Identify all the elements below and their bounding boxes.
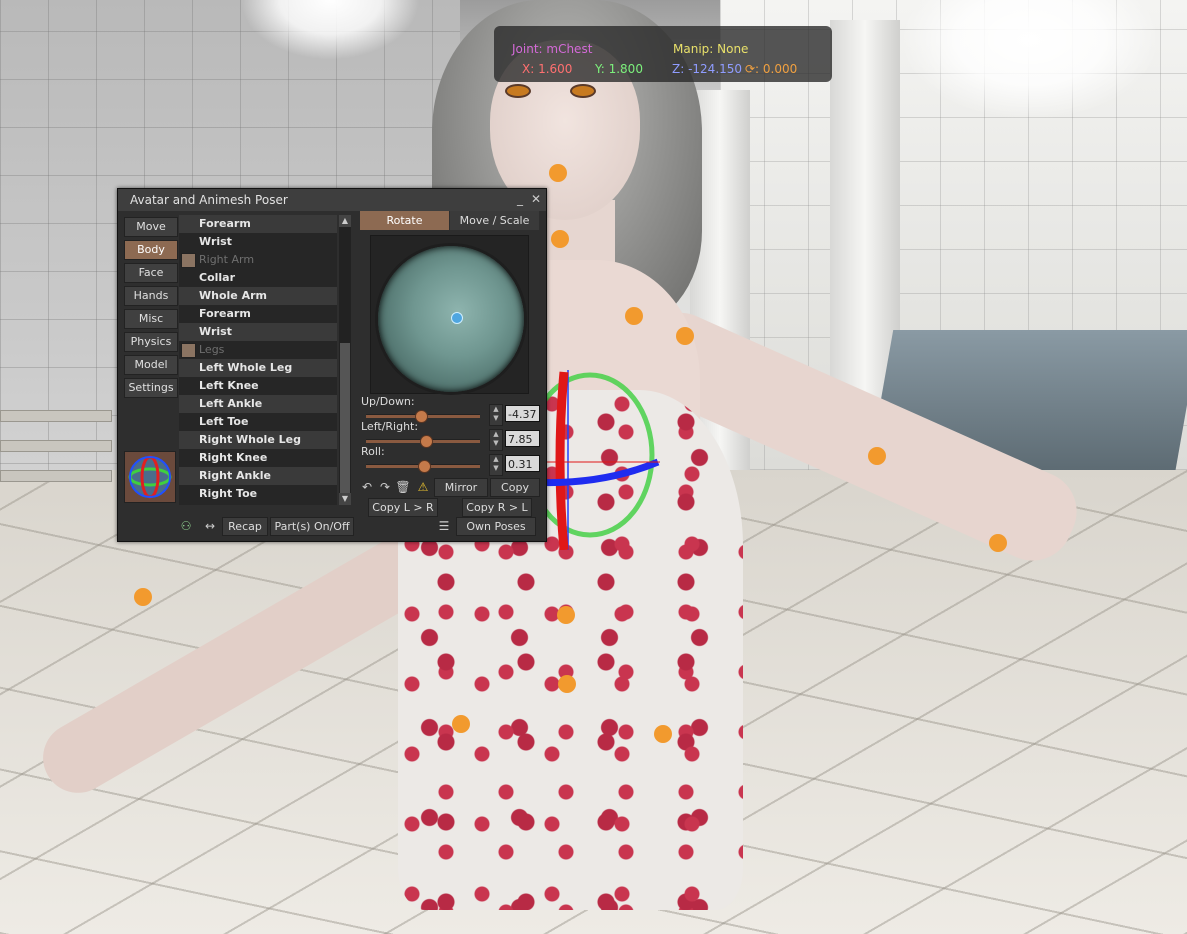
slider-knob[interactable] <box>417 460 431 473</box>
scroll-up-icon[interactable]: ▲ <box>339 215 351 227</box>
left-right-stepper[interactable]: ▲ ▼ <box>489 429 503 451</box>
person-icon <box>181 343 196 358</box>
hud-z: Z: -124.150 <box>672 62 743 76</box>
joint-handle[interactable] <box>452 715 470 733</box>
tab-move-scale[interactable]: Move / Scale <box>450 211 539 230</box>
own-poses-button[interactable]: Own Poses <box>456 517 536 536</box>
hud-rotation: ⟳: 0.000 <box>745 62 798 76</box>
left-right-label: Left/Right: <box>361 420 419 433</box>
window-titlebar[interactable]: Avatar and Animesh Poser _ ✕ <box>118 189 546 211</box>
hud-y: Y: 1.800 <box>595 62 643 76</box>
tab-misc[interactable]: Misc <box>124 309 178 329</box>
hud-x: X: 1.600 <box>522 62 573 76</box>
joint-handle[interactable] <box>989 534 1007 552</box>
tab-hands[interactable]: Hands <box>124 286 178 306</box>
joint-list[interactable]: Forearm Wrist Right Arm Collar Whole Arm… <box>179 215 337 505</box>
poser-window: Avatar and Animesh Poser _ ✕ Move Body F… <box>117 188 547 542</box>
list-item[interactable]: Right Toe <box>179 485 337 503</box>
joint-info-hud: Joint: mChest Manip: None X: 1.600 Y: 1.… <box>494 26 832 82</box>
joint-handle[interactable] <box>868 447 886 465</box>
list-item[interactable]: Right Ankle <box>179 467 337 485</box>
scroll-down-icon[interactable]: ▼ <box>339 493 351 505</box>
joint-handle[interactable] <box>625 307 643 325</box>
list-item[interactable]: Right Whole Leg <box>179 431 337 449</box>
avatar-eye <box>570 84 596 98</box>
list-item[interactable]: Left Ankle <box>179 395 337 413</box>
person-icon <box>181 253 196 268</box>
list-item[interactable]: Wrist <box>179 233 337 251</box>
copy-button[interactable]: Copy <box>490 478 540 497</box>
lounge-chair <box>0 440 112 452</box>
up-down-value[interactable]: -4.37 <box>505 405 540 422</box>
up-down-stepper[interactable]: ▲ ▼ <box>489 404 503 426</box>
list-item-group-header[interactable]: Legs <box>179 341 337 359</box>
parts-on-off-button[interactable]: Part(s) On/Off <box>270 517 354 536</box>
tab-model[interactable]: Model <box>124 355 178 375</box>
list-icon[interactable]: ☰ <box>436 518 452 534</box>
avatar-eye <box>505 84 531 98</box>
roll-slider[interactable] <box>366 460 480 473</box>
up-down-label: Up/Down: <box>361 395 415 408</box>
list-item[interactable]: Forearm <box>179 305 337 323</box>
roll-stepper[interactable]: ▲ ▼ <box>489 454 503 476</box>
trash-icon[interactable]: 🗑 <box>395 479 411 495</box>
trackball-cursor[interactable] <box>451 312 463 324</box>
joint-handle[interactable] <box>134 588 152 606</box>
tab-face[interactable]: Face <box>124 263 178 283</box>
lounge-chair <box>0 410 112 422</box>
joint-handle[interactable] <box>558 675 576 693</box>
left-right-slider[interactable] <box>366 435 480 448</box>
recap-button[interactable]: Recap <box>222 517 268 536</box>
tab-settings[interactable]: Settings <box>124 378 178 398</box>
tab-move[interactable]: Move <box>124 217 178 237</box>
pose-thumbnail <box>124 451 176 503</box>
tab-body[interactable]: Body <box>124 240 178 260</box>
list-item[interactable]: Left Knee <box>179 377 337 395</box>
list-item-group-header[interactable]: Right Arm <box>179 251 337 269</box>
warning-icon[interactable]: ⚠ <box>415 479 431 495</box>
swap-arrows-icon[interactable]: ↔ <box>202 518 218 534</box>
tab-rotate[interactable]: Rotate <box>360 211 449 230</box>
list-item[interactable]: Wrist <box>179 323 337 341</box>
window-title: Avatar and Animesh Poser <box>130 193 288 207</box>
scroll-thumb[interactable] <box>340 343 350 499</box>
hud-manip: Manip: None <box>673 42 749 56</box>
roll-label: Roll: <box>361 445 385 458</box>
hud-joint: Joint: mChest <box>512 42 593 56</box>
lounge-chair <box>0 470 112 482</box>
joint-handle[interactable] <box>654 725 672 743</box>
joint-handle[interactable] <box>551 230 569 248</box>
tab-physics[interactable]: Physics <box>124 332 178 352</box>
minimize-button[interactable]: _ <box>513 192 527 206</box>
list-item[interactable]: Whole Arm <box>179 287 337 305</box>
up-down-slider[interactable] <box>366 410 480 423</box>
avatar-select-icon[interactable]: ⚇ <box>178 518 194 534</box>
joint-handle[interactable] <box>676 327 694 345</box>
list-item[interactable]: Left Whole Leg <box>179 359 337 377</box>
list-item[interactable]: Right Knee <box>179 449 337 467</box>
undo-icon[interactable]: ↶ <box>359 479 375 495</box>
roll-value[interactable]: 0.31 <box>505 455 540 472</box>
mirror-button[interactable]: Mirror <box>434 478 488 497</box>
joint-handle[interactable] <box>549 164 567 182</box>
rotation-gizmo[interactable] <box>530 370 660 550</box>
slider-knob[interactable] <box>419 435 433 448</box>
joint-list-scrollbar[interactable]: ▲ ▼ <box>339 215 351 505</box>
list-item[interactable]: Forearm <box>179 215 337 233</box>
list-item[interactable]: Collar <box>179 269 337 287</box>
left-right-value[interactable]: 7.85 <box>505 430 540 447</box>
joint-handle[interactable] <box>557 606 575 624</box>
close-button[interactable]: ✕ <box>529 192 543 206</box>
redo-icon[interactable]: ↷ <box>377 479 393 495</box>
list-item[interactable]: Left Toe <box>179 413 337 431</box>
bottom-toolbar: ⚇ ↔ Recap Part(s) On/Off ☰ Own Poses <box>118 513 546 541</box>
